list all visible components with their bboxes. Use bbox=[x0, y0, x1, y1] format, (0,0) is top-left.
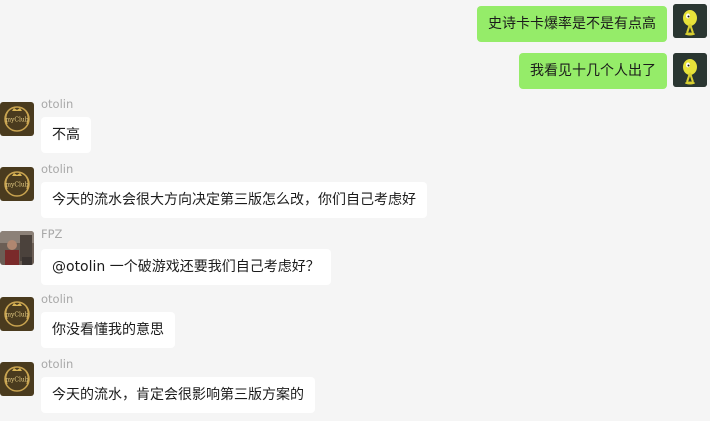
crest-icon: myClub bbox=[0, 362, 34, 396]
sender-name: otolin bbox=[41, 162, 74, 176]
yellow-bird-avatar[interactable] bbox=[673, 53, 707, 87]
person-photo-icon bbox=[0, 231, 34, 265]
message-bubble[interactable]: 今天的流水，肯定会很影响第三版方案的 bbox=[41, 377, 315, 413]
myclub-crest-avatar[interactable]: myClub bbox=[0, 167, 34, 201]
svg-text:myClub: myClub bbox=[5, 312, 28, 319]
yellow-bird-avatar[interactable] bbox=[673, 4, 707, 38]
crest-icon: myClub bbox=[0, 297, 34, 331]
svg-text:myClub: myClub bbox=[5, 377, 28, 384]
crest-icon: myClub bbox=[0, 102, 34, 136]
message-bubble[interactable]: 不高 bbox=[41, 117, 91, 153]
sender-name: FPZ bbox=[41, 227, 63, 241]
myclub-crest-avatar[interactable]: myClub bbox=[0, 297, 34, 331]
crest-icon: myClub bbox=[0, 167, 34, 201]
sender-name: otolin bbox=[41, 357, 74, 371]
myclub-crest-avatar[interactable]: myClub bbox=[0, 102, 34, 136]
yellow-bird-icon bbox=[673, 4, 707, 38]
message-bubble[interactable]: @otolin 一个破游戏还要我们自己考虑好？ bbox=[41, 249, 331, 285]
myclub-crest-avatar[interactable]: myClub bbox=[0, 362, 34, 396]
svg-text:myClub: myClub bbox=[5, 117, 28, 124]
message-bubble[interactable]: 你没看懂我的意思 bbox=[41, 312, 175, 348]
svg-text:myClub: myClub bbox=[5, 182, 28, 189]
message-bubble[interactable]: 史诗卡卡爆率是不是有点高 bbox=[477, 6, 667, 42]
sender-name: otolin bbox=[41, 292, 74, 306]
sender-name: otolin bbox=[41, 97, 74, 111]
photo-avatar[interactable] bbox=[0, 231, 34, 265]
message-bubble[interactable]: 今天的流水会很大方向决定第三版怎么改，你们自己考虑好 bbox=[41, 182, 427, 218]
message-bubble[interactable]: 我看见十几个人出了 bbox=[519, 53, 667, 89]
chat-message-list[interactable]: 史诗卡卡爆率是不是有点高 我看见十几个人出了 myClub otolin 不高 … bbox=[0, 0, 710, 421]
yellow-bird-icon bbox=[673, 53, 707, 87]
